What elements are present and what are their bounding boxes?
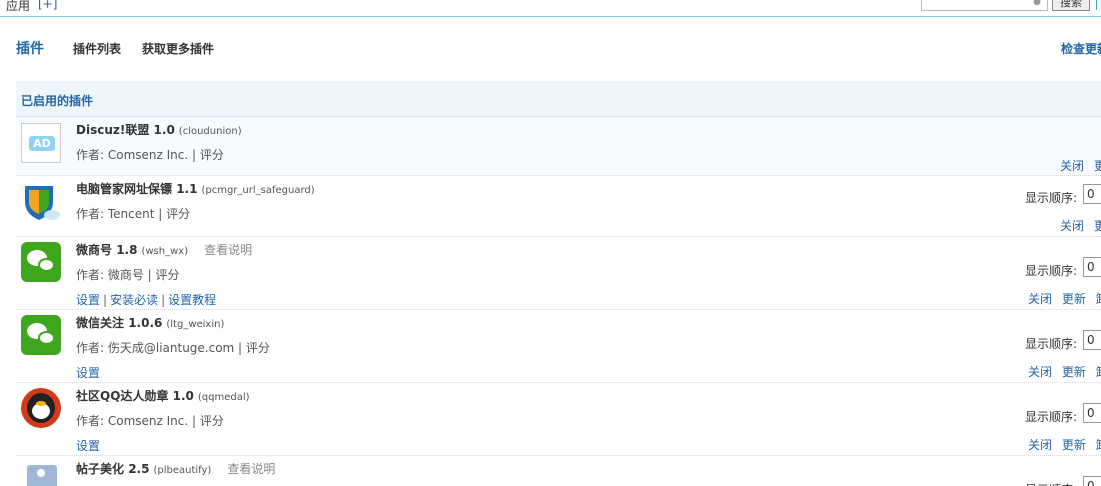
update-link[interactable]: 更新 xyxy=(1094,159,1101,173)
display-order-label: 显示顺序: xyxy=(1025,191,1078,205)
plugin-row: 电脑管家网址保镖 1.1 (pcmgr_url_safeguard) 作者: Te… xyxy=(16,176,1101,237)
settings-link[interactable]: 设置 xyxy=(76,439,100,453)
plugin-links: 设置 xyxy=(76,364,100,381)
readme-link[interactable]: 查看说明 xyxy=(227,462,275,476)
disable-link[interactable]: 关闭 xyxy=(1060,219,1084,233)
plugin-name: 微信关注 1.0.6 (ltg_weixin) xyxy=(76,316,225,330)
plugin-actions: 关闭 更新 xyxy=(1054,157,1101,174)
disable-link[interactable]: 关闭 xyxy=(1028,292,1052,306)
search-input[interactable]: ● xyxy=(921,0,1048,11)
plugin-author: 作者: Comsenz Inc. | 评分 xyxy=(76,414,224,428)
display-order-label: 显示顺序: xyxy=(1025,481,1077,486)
plugin-author: 作者: Tencent | 评分 xyxy=(76,207,191,221)
top-bar: 应用 [+] ● 搜索 xyxy=(0,0,1101,17)
setup-tutorial-link[interactable]: 设置教程 xyxy=(168,293,216,307)
user-card-icon xyxy=(21,461,61,486)
wechat-icon xyxy=(21,315,61,355)
display-order-input[interactable]: 0 xyxy=(1083,257,1101,277)
plugin-actions: 关闭 更新 xyxy=(1054,217,1101,234)
display-order-label: 显示顺序: xyxy=(1025,337,1078,351)
display-order-label: 显示顺序: xyxy=(1025,264,1078,278)
plugin-admin-page: 应用 [+] ● 搜索 插件 插件列表 获取更多插件 检查更新 已启用的插件 A… xyxy=(0,0,1101,486)
settings-link[interactable]: 设置 xyxy=(76,366,100,380)
page-header: 插件 插件列表 获取更多插件 检查更新 xyxy=(0,18,1101,80)
update-link[interactable]: 更新 xyxy=(1062,438,1086,452)
apps-label: 应用 xyxy=(6,0,31,13)
display-order-input[interactable]: 0 xyxy=(1083,476,1101,486)
display-order-input[interactable]: 0 xyxy=(1083,330,1101,350)
plugin-author: 作者: 伤天成@liantuge.com | 评分 xyxy=(76,341,270,355)
shield-icon xyxy=(21,182,61,222)
plugin-actions: 关闭 更新 卸载 xyxy=(1022,436,1101,453)
install-notes-link[interactable]: 安装必读 xyxy=(110,293,158,307)
window-edge xyxy=(1096,0,1101,10)
plugin-row: 微信关注 1.0.6 (ltg_weixin) 作者: 伤天成@liantuge.… xyxy=(16,310,1101,383)
uninstall-link[interactable]: 卸载 xyxy=(1096,365,1101,379)
display-order-label: 显示顺序: xyxy=(1025,410,1078,424)
update-link[interactable]: 更新 xyxy=(1094,219,1101,233)
plugin-row: 微商号 1.8 (wsh_wx) 查看说明 作者: 微商号 | 评分 设置 | 安装必读… xyxy=(16,237,1101,310)
plugin-links: 设置 | 安装必读 | 设置教程 xyxy=(76,293,217,307)
settings-link[interactable]: 设置 xyxy=(76,293,100,307)
disable-link[interactable]: 关闭 xyxy=(1060,159,1084,173)
microphone-icon[interactable]: ● xyxy=(1033,0,1041,7)
update-link[interactable]: 更新 xyxy=(1062,365,1086,379)
plugin-actions: 关闭 更新 卸载 xyxy=(1022,363,1101,380)
disable-link[interactable]: 关闭 xyxy=(1028,365,1052,379)
tab-get-more-plugins[interactable]: 获取更多插件 xyxy=(142,40,214,57)
tab-plugin-list[interactable]: 插件列表 xyxy=(73,40,121,57)
plugin-name: 微商号 1.8 (wsh_wx) 查看说明 xyxy=(76,243,253,257)
display-order-input[interactable]: 0 xyxy=(1083,184,1101,204)
plugin-row: AD Discuz!联盟 1.0 (cloudunion) 作者: Comsenz… xyxy=(16,117,1101,176)
plugin-author: 作者: Comsenz Inc. | 评分 xyxy=(76,148,224,162)
wechat-icon xyxy=(21,242,61,282)
plugin-name: Discuz!联盟 1.0 (cloudunion) xyxy=(76,123,242,137)
enabled-plugins-header: 已启用的插件 xyxy=(16,81,1101,117)
disable-link[interactable]: 关闭 xyxy=(1028,438,1052,452)
plugin-name: 帖子美化 2.5 (plbeautify) 查看说明 xyxy=(76,462,276,476)
plugin-links: 设置 xyxy=(76,437,100,454)
add-app-link[interactable]: [+] xyxy=(38,0,57,11)
update-link[interactable]: 更新 xyxy=(1062,292,1086,306)
uninstall-link[interactable]: 卸载 xyxy=(1096,438,1101,452)
plugin-row: 帖子美化 2.5(plbeautify)查看说明 显示顺序: 0 xyxy=(16,456,1101,486)
check-updates-link[interactable]: 检查更新 xyxy=(1061,40,1101,57)
section-title: 已启用的插件 xyxy=(21,94,94,108)
plugin-name: 电脑管家网址保镖 1.1 (pcmgr_url_safeguard) xyxy=(76,182,315,196)
plugin-row: 社区QQ达人勋章 1.0 (qqmedal) 作者: Comsenz Inc. |… xyxy=(16,383,1101,456)
display-order-input[interactable]: 0 xyxy=(1083,403,1101,423)
ad-icon: AD xyxy=(21,123,61,163)
plugin-author: 作者: 微商号 | 评分 xyxy=(76,268,180,282)
page-title: 插件 xyxy=(16,41,44,57)
plugin-name: 社区QQ达人勋章 1.0 (qqmedal) xyxy=(76,389,250,403)
search-button[interactable]: 搜索 xyxy=(1052,0,1090,11)
uninstall-link[interactable]: 卸载 xyxy=(1096,292,1101,306)
qq-penguin-icon xyxy=(21,388,61,428)
readme-link[interactable]: 查看说明 xyxy=(204,243,252,257)
plugin-actions: 关闭 更新 卸载 xyxy=(1022,290,1101,307)
